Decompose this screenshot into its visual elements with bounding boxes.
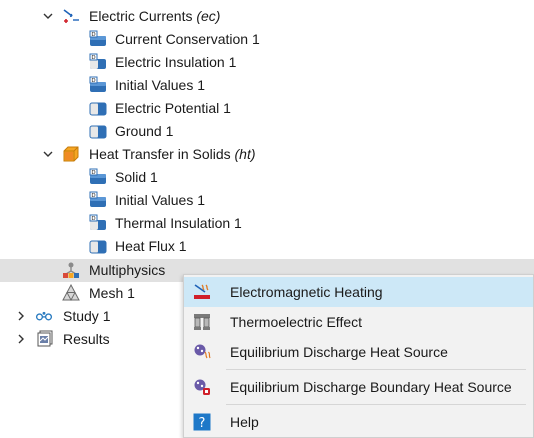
tree-node-label: Study 1 [63, 308, 111, 324]
tree-node-label: Mesh 1 [89, 285, 135, 301]
heat-transfer-tag: (ht) [234, 146, 256, 162]
tree-node-heat-transfer[interactable]: Heat Transfer in Solids (ht) [0, 143, 534, 166]
menu-item-label: Equilibrium Discharge Boundary Heat Sour… [230, 379, 512, 395]
domain-node-d-icon [89, 191, 107, 209]
tree-node-current-conservation[interactable]: Current Conservation 1 [0, 28, 534, 51]
domain-node-d-icon [89, 76, 107, 94]
tree-node-solid[interactable]: Solid 1 [0, 166, 534, 189]
menu-item-label: Electromagnetic Heating [230, 284, 383, 300]
multiphysics-icon [62, 261, 80, 279]
heat-transfer-icon [62, 145, 80, 163]
boundary-node-icon [89, 237, 107, 255]
tree-node-electric-currents[interactable]: Electric Currents (ec) [0, 5, 534, 28]
svg-text:?: ? [199, 416, 206, 431]
thermoelectric-effect-icon [193, 313, 211, 331]
heat-transfer-label: Heat Transfer in Solids [89, 146, 231, 162]
help-icon: ? [193, 413, 211, 431]
boundary-node-icon [89, 122, 107, 140]
chevron-down-icon[interactable] [42, 10, 54, 22]
tree-node-ground[interactable]: Ground 1 [0, 120, 534, 143]
boundary-node-icon [89, 53, 107, 71]
menu-item-equilibrium-discharge-boundary-heat-source[interactable]: Equilibrium Discharge Boundary Heat Sour… [184, 372, 533, 402]
chevron-right-icon[interactable] [15, 333, 27, 345]
tree-node-label: Electric Potential 1 [115, 100, 231, 116]
tree-node-label: Initial Values 1 [115, 192, 206, 208]
tree-node-thermal-insulation[interactable]: Thermal Insulation 1 [0, 212, 534, 235]
tree-node-initial-values-ht[interactable]: Initial Values 1 [0, 189, 534, 212]
context-menu: Electromagnetic Heating Thermoelectric E… [183, 274, 534, 438]
electric-currents-label: Electric Currents [89, 8, 193, 24]
menu-item-thermoelectric-effect[interactable]: Thermoelectric Effect [184, 307, 533, 337]
domain-node-d-icon [89, 168, 107, 186]
discharge-heat-source-icon [193, 343, 211, 361]
tree-node-label: Solid 1 [115, 169, 158, 185]
tree-node-label: Multiphysics [89, 262, 166, 278]
tree-node-label: Heat Transfer in Solids (ht) [89, 146, 256, 163]
electric-currents-icon [62, 7, 80, 25]
tree-node-label: Current Conservation 1 [115, 31, 260, 47]
tree-node-label: Electric Insulation 1 [115, 54, 237, 70]
menu-item-label: Help [230, 414, 259, 430]
tree-node-heat-flux[interactable]: Heat Flux 1 [0, 235, 534, 258]
menu-item-label: Equilibrium Discharge Heat Source [230, 344, 448, 360]
mesh-icon [62, 284, 80, 302]
boundary-node-icon [89, 99, 107, 117]
tree-node-label: Results [63, 331, 110, 347]
tree-node-label: Heat Flux 1 [115, 238, 187, 254]
menu-separator [226, 404, 526, 405]
tree-node-label: Electric Currents (ec) [89, 8, 220, 25]
menu-item-equilibrium-discharge-heat-source[interactable]: Equilibrium Discharge Heat Source [184, 337, 533, 367]
electric-currents-tag: (ec) [196, 8, 221, 24]
tree-node-electric-potential[interactable]: Electric Potential 1 [0, 97, 534, 120]
electromagnetic-heating-icon [193, 283, 211, 301]
results-icon [36, 330, 54, 348]
discharge-boundary-heat-source-icon [193, 378, 211, 396]
menu-item-label: Thermoelectric Effect [230, 314, 363, 330]
tree-node-label: Thermal Insulation 1 [115, 215, 242, 231]
menu-separator [226, 369, 526, 370]
study-icon [35, 307, 53, 325]
tree-node-electric-insulation[interactable]: Electric Insulation 1 [0, 51, 534, 74]
domain-node-d-icon [89, 30, 107, 48]
tree-node-label: Ground 1 [115, 123, 174, 139]
menu-item-help[interactable]: ? Help [184, 407, 533, 437]
chevron-right-icon[interactable] [15, 310, 27, 322]
tree-node-initial-values-ec[interactable]: Initial Values 1 [0, 74, 534, 97]
chevron-down-icon[interactable] [42, 148, 54, 160]
tree-node-label: Initial Values 1 [115, 77, 206, 93]
boundary-node-d-icon [89, 214, 107, 232]
menu-item-electromagnetic-heating[interactable]: Electromagnetic Heating [184, 277, 533, 307]
